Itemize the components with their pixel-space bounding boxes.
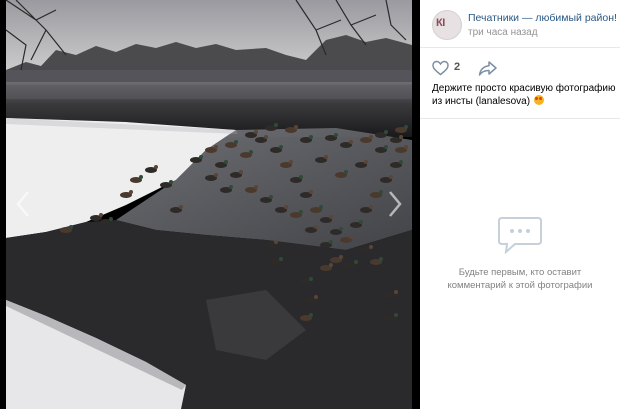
photo-image bbox=[6, 0, 412, 409]
comments-empty-state: Будьте первым, кто оставит комментарий к… bbox=[420, 214, 620, 292]
duck-head-shape bbox=[154, 165, 158, 169]
duck-head-shape bbox=[179, 205, 183, 209]
post-panel: КI Печатники — любимый район! три часа н… bbox=[420, 0, 620, 409]
duck-head-shape bbox=[329, 263, 333, 267]
chevron-right-icon bbox=[389, 191, 402, 217]
post-time[interactable]: три часа назад bbox=[468, 27, 538, 38]
chevron-left-icon bbox=[16, 191, 29, 217]
duck-head-shape bbox=[169, 180, 173, 184]
heart-eyes-emoji-icon bbox=[533, 95, 544, 105]
photo-viewer: КI Печатники — любимый район! три часа н… bbox=[0, 0, 620, 409]
duck-head-shape bbox=[394, 290, 398, 294]
duck-head-shape bbox=[399, 160, 403, 164]
duck-head-shape bbox=[234, 140, 238, 144]
duck-head-shape bbox=[394, 313, 398, 317]
share-arrow-icon bbox=[478, 61, 497, 76]
duck-head-shape bbox=[309, 313, 313, 317]
post-actions: 2 bbox=[432, 58, 612, 78]
duck-head-shape bbox=[314, 225, 318, 229]
duck-head-shape bbox=[299, 175, 303, 179]
heart-icon bbox=[432, 60, 449, 76]
post-caption: Держите просто красивую фотографию из ин… bbox=[432, 82, 618, 108]
duck-head-shape bbox=[274, 123, 278, 127]
photo[interactable] bbox=[6, 0, 412, 409]
duck-head-shape bbox=[369, 135, 373, 139]
author-name-link[interactable]: Печатники — любимый район! bbox=[468, 12, 617, 24]
duck-head-shape bbox=[309, 277, 313, 281]
duck-head-shape bbox=[254, 130, 258, 134]
duck-head-shape bbox=[214, 145, 218, 149]
duck-head-shape bbox=[344, 170, 348, 174]
duck-head-shape bbox=[69, 225, 73, 229]
avatar-text: КI bbox=[436, 17, 445, 29]
prev-photo-button[interactable] bbox=[10, 182, 38, 226]
duck-head-shape bbox=[269, 195, 273, 199]
divider bbox=[420, 118, 620, 119]
duck-head-shape bbox=[279, 145, 283, 149]
duck-head-shape bbox=[254, 185, 258, 189]
duck-head-shape bbox=[299, 210, 303, 214]
duck-head-shape bbox=[274, 240, 278, 244]
comments-empty-text: Будьте первым, кто оставит комментарий к… bbox=[447, 267, 593, 291]
duck-head-shape bbox=[384, 145, 388, 149]
duck-head-shape bbox=[264, 135, 268, 139]
duck-head-shape bbox=[99, 213, 103, 217]
duck-head-shape bbox=[199, 155, 203, 159]
duck-head-shape bbox=[404, 145, 408, 149]
duck-head-shape bbox=[314, 295, 318, 299]
duck-head-shape bbox=[329, 240, 333, 244]
duck-head-shape bbox=[284, 205, 288, 209]
duck-head-shape bbox=[224, 160, 228, 164]
duck-head-shape bbox=[139, 175, 143, 179]
duck-head-shape bbox=[404, 125, 408, 129]
duck-head-shape bbox=[369, 205, 373, 209]
duck-head-shape bbox=[379, 257, 383, 261]
duck-head-shape bbox=[359, 220, 363, 224]
author-header: КI Печатники — любимый район! три часа н… bbox=[432, 10, 618, 40]
duck-head-shape bbox=[369, 245, 373, 249]
caption-text: Держите просто красивую фотографию из ин… bbox=[432, 83, 616, 107]
like-count: 2 bbox=[454, 61, 461, 73]
duck-head-shape bbox=[294, 125, 298, 129]
duck-head-shape bbox=[399, 135, 403, 139]
duck-head-shape bbox=[289, 160, 293, 164]
divider bbox=[420, 47, 620, 48]
duck-head-shape bbox=[354, 260, 358, 264]
duck-head-shape bbox=[129, 190, 133, 194]
duck-head-shape bbox=[349, 140, 353, 144]
avatar[interactable]: КI bbox=[432, 10, 462, 40]
next-photo-button[interactable] bbox=[380, 182, 408, 226]
duck-head-shape bbox=[364, 160, 368, 164]
duck-head-shape bbox=[109, 217, 113, 221]
comment-bubble-icon bbox=[498, 217, 542, 255]
duck-head-shape bbox=[339, 227, 343, 231]
duck-head-shape bbox=[279, 257, 283, 261]
duck-head-shape bbox=[309, 135, 313, 139]
duck-head-shape bbox=[309, 190, 313, 194]
duck-head-shape bbox=[339, 255, 343, 259]
duck-head-shape bbox=[249, 150, 253, 154]
duck-head-shape bbox=[229, 185, 233, 189]
duck-head-shape bbox=[214, 173, 218, 177]
duck-head-shape bbox=[334, 133, 338, 137]
duck-head-shape bbox=[349, 235, 353, 239]
duck-head-shape bbox=[389, 175, 393, 179]
duck-head-shape bbox=[324, 155, 328, 159]
share-button[interactable] bbox=[478, 59, 498, 77]
duck-head-shape bbox=[329, 215, 333, 219]
duck-head-shape bbox=[384, 130, 388, 134]
duck-head-shape bbox=[319, 205, 323, 209]
duck-head-shape bbox=[239, 170, 243, 174]
